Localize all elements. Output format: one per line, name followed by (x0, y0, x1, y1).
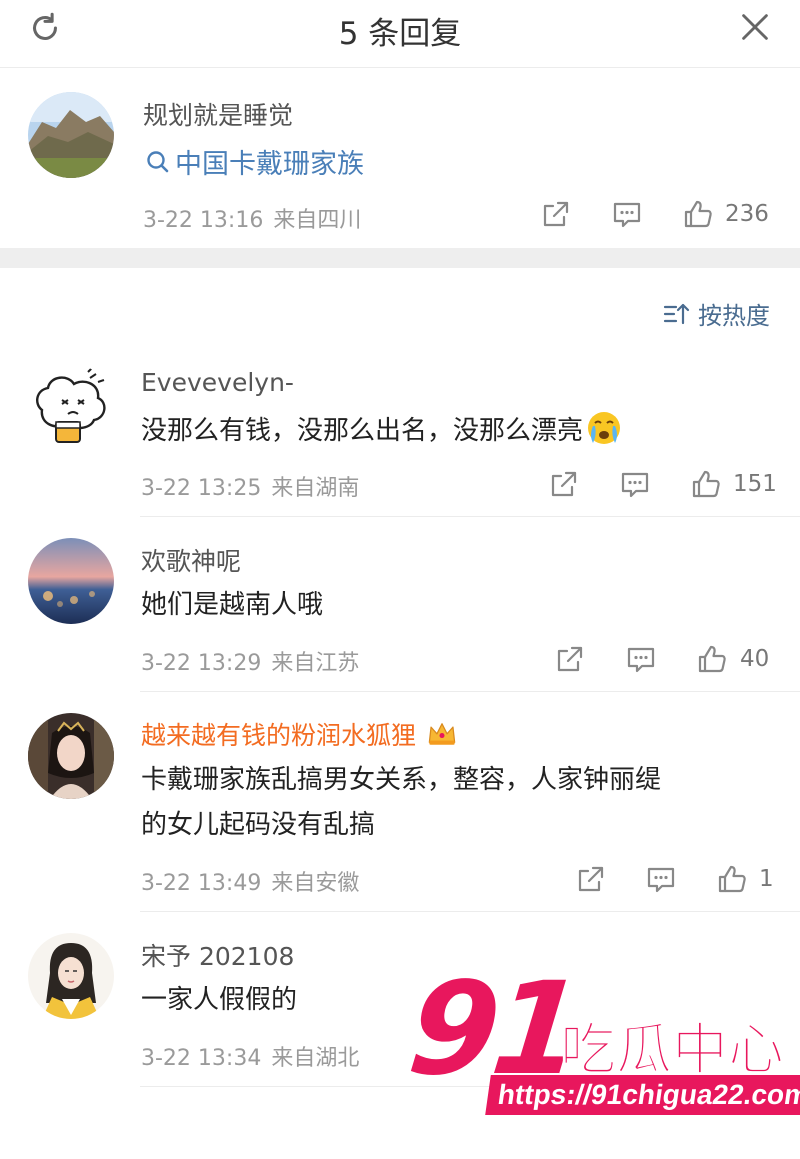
comment-meta: 3-22 13:34 来自湖北 (141, 1040, 359, 1072)
avatar[interactable] (28, 713, 114, 799)
close-icon[interactable] (736, 8, 774, 46)
comment-icon[interactable] (645, 863, 677, 895)
watermark-url: https://91chigua22.com (485, 1075, 800, 1115)
timestamp: 3-22 13:29 (141, 651, 262, 676)
share-icon[interactable] (548, 468, 580, 500)
location: 来自安徽 (271, 871, 360, 896)
watermark-brand: 吃瓜中心 (560, 1018, 785, 1084)
topic-link[interactable]: 中国卡戴珊家族 (145, 142, 364, 181)
crown-icon (426, 717, 458, 749)
like-icon[interactable] (690, 468, 722, 500)
avatar[interactable] (28, 364, 114, 450)
like-icon[interactable] (716, 863, 748, 895)
sort-icon (663, 303, 690, 324)
comment-meta: 3-22 13:16 来自四川 (143, 202, 361, 234)
like-icon[interactable] (696, 643, 728, 675)
avatar[interactable] (28, 933, 114, 1019)
username[interactable]: 宋予 202108 (141, 937, 294, 973)
like-icon[interactable] (682, 198, 714, 230)
sort-button[interactable]: 按热度 (662, 296, 770, 331)
divider (140, 691, 800, 692)
avatar[interactable] (28, 92, 114, 178)
avatar[interactable] (28, 538, 114, 624)
share-icon[interactable] (575, 863, 607, 895)
reply-text-line-2: 的女儿起码没有乱搞 (141, 810, 376, 840)
timestamp: 3-22 13:49 (141, 871, 262, 896)
location: 来自四川 (273, 208, 362, 233)
crying-emoji (585, 409, 623, 447)
comment-meta: 3-22 13:29 来自江苏 (141, 645, 359, 677)
watermark: 91 吃瓜中心 https://91chigua22.com (402, 955, 800, 1125)
username[interactable]: 规划就是睡觉 (143, 96, 293, 132)
comment-icon[interactable] (625, 643, 657, 675)
location: 来自湖北 (271, 1046, 360, 1071)
like-count: 151 (733, 471, 777, 497)
timestamp: 3-22 13:16 (143, 208, 264, 233)
username[interactable]: Evevevelyn- (141, 368, 294, 397)
reply-text: 她们是越南人哦 (141, 590, 324, 620)
topic-label: 中国卡戴珊家族 (175, 149, 364, 180)
section-divider (0, 248, 800, 268)
header-bar: 5 条回复 (0, 0, 800, 68)
timestamp: 3-22 13:34 (141, 1046, 262, 1071)
share-icon[interactable] (540, 198, 572, 230)
reply-text: 没那么有钱，没那么出名，没那么漂亮 (141, 408, 623, 454)
share-icon[interactable] (554, 643, 586, 675)
search-icon (147, 150, 169, 172)
reply-text: 一家人假假的 (141, 985, 298, 1015)
location: 来自湖南 (271, 476, 360, 501)
location: 来自江苏 (271, 651, 360, 676)
root-comment: 规划就是睡觉 中国卡戴珊家族 3-22 13:16 来自四川 236 (0, 68, 800, 248)
comment-meta: 3-22 13:49 来自安徽 (141, 865, 359, 897)
divider (140, 911, 800, 912)
page-title: 5 条回复 (338, 16, 462, 52)
like-count: 1 (759, 866, 774, 892)
username[interactable]: 欢歌神呢 (141, 542, 241, 578)
divider (140, 516, 800, 517)
like-count: 236 (725, 201, 769, 227)
reply-text-line-1: 卡戴珊家族乱搞男女关系，整容，人家钟丽缇 (141, 765, 662, 795)
comment-icon[interactable] (619, 468, 651, 500)
username-vip[interactable]: 越来越有钱的粉润水狐狸 (141, 716, 458, 752)
comment-icon[interactable] (611, 198, 643, 230)
sort-label: 按热度 (698, 302, 770, 330)
comment-meta: 3-22 13:25 来自湖南 (141, 470, 359, 502)
timestamp: 3-22 13:25 (141, 476, 262, 501)
like-count: 40 (740, 646, 770, 672)
